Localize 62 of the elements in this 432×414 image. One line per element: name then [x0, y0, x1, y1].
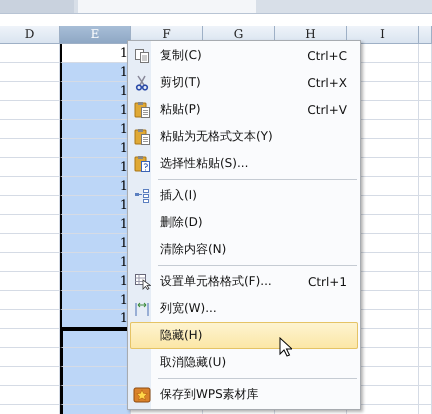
menu-item[interactable]: 隐藏(H) [130, 322, 358, 349]
cell-value: 1 [120, 122, 129, 136]
cell-value: 1 [120, 274, 129, 288]
mouse-pointer-icon [279, 337, 292, 357]
table-cell [419, 291, 432, 310]
table-cell [419, 101, 432, 120]
table-cell [419, 215, 432, 234]
column-width-icon [134, 300, 150, 316]
table-cell [419, 44, 432, 63]
format-cells-icon [134, 273, 150, 290]
table-cell [419, 253, 432, 272]
formula-input[interactable] [78, 0, 256, 13]
cell-value: 1 [120, 140, 129, 156]
copy-icon [134, 48, 150, 64]
table-cell [419, 367, 432, 386]
table-cell [419, 386, 432, 405]
cell-value: 1 [120, 64, 129, 80]
cell-value: 1 [120, 46, 129, 60]
menu-item[interactable]: 插入(I) [130, 182, 358, 209]
clipboard-icon [134, 101, 150, 118]
cell-value: 1 [120, 198, 129, 212]
table-cell [419, 177, 432, 196]
name-box[interactable] [0, 0, 74, 13]
table-cell [419, 348, 432, 367]
star-box-icon [133, 386, 151, 404]
menu-item[interactable]: 删除(D) [130, 209, 358, 236]
table-cell [419, 82, 432, 101]
table-cell [419, 63, 432, 82]
menu-item[interactable]: 保存到WPS素材库 [130, 381, 358, 408]
cell-value: 1 [120, 178, 129, 194]
table-cell [419, 120, 432, 139]
menu-item[interactable]: 粘贴为无格式文本(Y) [130, 123, 358, 150]
column-header[interactable]: D [0, 26, 60, 44]
insert-icon [134, 188, 150, 204]
menu-item[interactable]: 选择性粘贴(S)... [130, 150, 358, 177]
table-cell [419, 329, 432, 348]
clipboard-icon [134, 128, 150, 145]
cell-value: 1 [120, 254, 129, 270]
table-cell [419, 234, 432, 253]
menu-item[interactable]: 剪切(T) Ctrl+X [130, 69, 358, 96]
cell-value: 1 [120, 102, 129, 118]
table-cell [419, 196, 432, 215]
table-cell [419, 272, 432, 291]
cell-value: 1 [120, 160, 129, 174]
column-header[interactable]: I [347, 26, 419, 44]
table-cell [419, 139, 432, 158]
scissors-icon [135, 74, 149, 90]
cell-value: 1 [120, 84, 129, 98]
menu-item[interactable]: 粘贴(P) Ctrl+V [130, 96, 358, 123]
menu-item[interactable]: 列宽(W)... [130, 295, 358, 322]
table-cell [419, 158, 432, 177]
menu-item[interactable]: 设置单元格格式(F)... Ctrl+1 [130, 268, 358, 295]
cell-value: 1 [120, 292, 129, 308]
cell-value: 1 [120, 236, 129, 250]
cell-value: 1 [120, 311, 129, 326]
clipboard-question-icon [134, 155, 150, 172]
column-header[interactable] [419, 26, 432, 44]
menu-item[interactable]: 取消隐藏(U) [130, 349, 358, 376]
menu-item[interactable]: 清除内容(N) [130, 236, 358, 263]
menu-item[interactable]: 复制(C) Ctrl+C [130, 42, 358, 69]
cell-value: 1 [120, 216, 129, 232]
table-cell [419, 310, 432, 329]
